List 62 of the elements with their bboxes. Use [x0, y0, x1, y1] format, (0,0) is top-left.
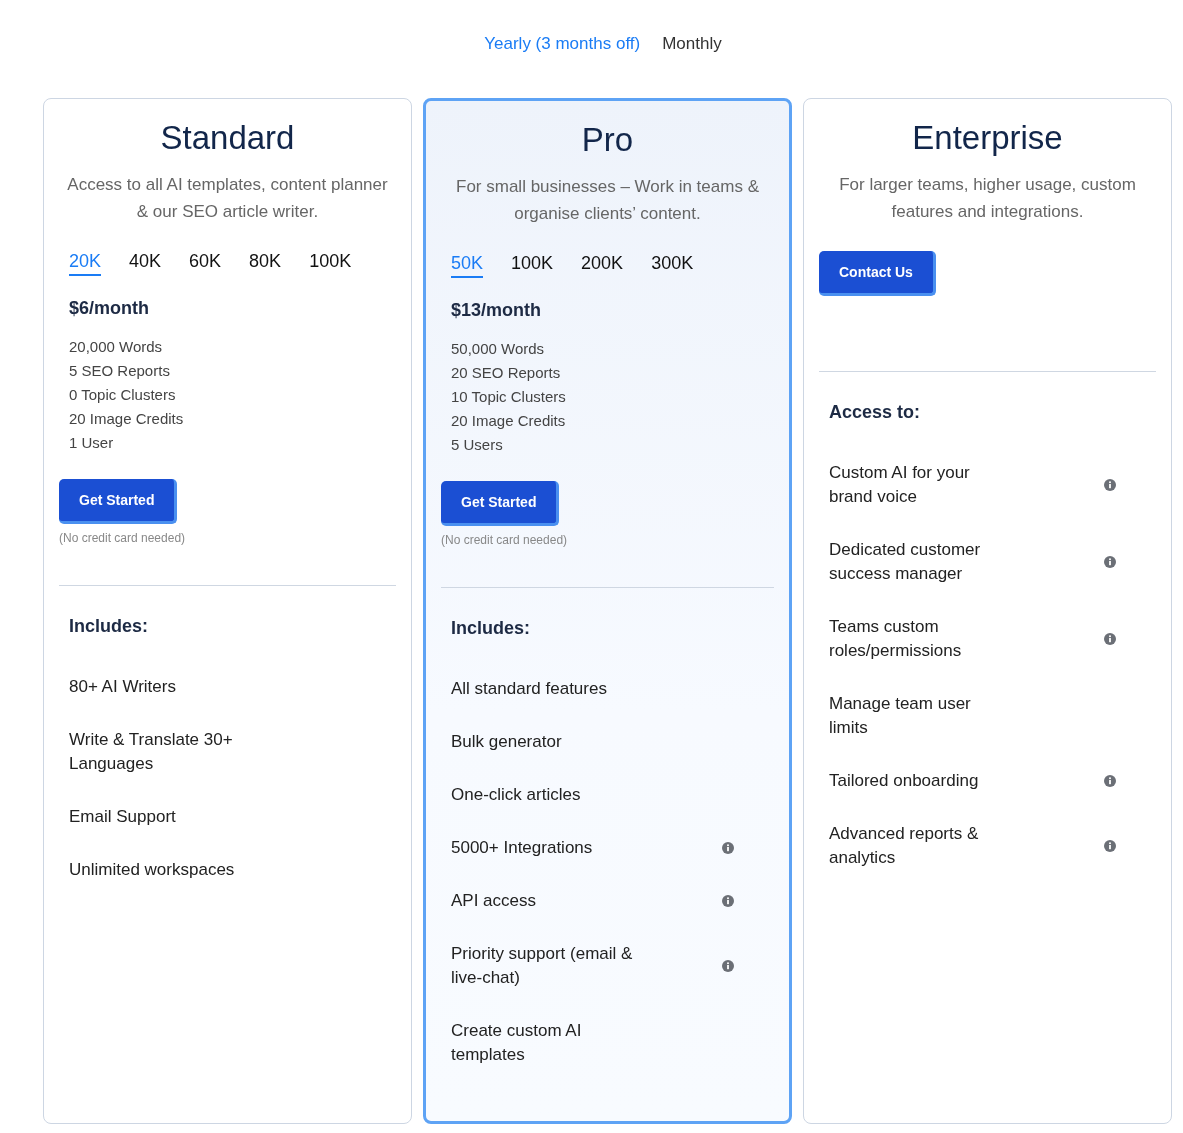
plan-button[interactable]: Get Started [59, 479, 178, 524]
info-icon[interactable] [1104, 840, 1116, 852]
word-tier-tab[interactable]: 100K [511, 253, 554, 278]
word-tier-tab[interactable]: 200K [581, 253, 624, 278]
plan-button[interactable]: Contact Us [819, 251, 936, 296]
plan-description: Access to all AI templates, content planner & our SEO article writer. [66, 174, 389, 223]
feature-text: Advanced reports & analytics [829, 823, 980, 869]
feature-text: Unlimited workspaces [69, 859, 235, 881]
feature-text: One-click articles [451, 784, 581, 806]
feature-text: Tailored onboarding [829, 770, 979, 792]
feature-text: Bulk generator [451, 731, 562, 753]
plan-title: Pro [580, 121, 635, 159]
feature-text: Priority support (email & live-chat) [451, 943, 634, 989]
info-icon[interactable] [1104, 556, 1116, 568]
plan-description: For small businesses – Work in teams & organise clients’ content. [455, 176, 760, 225]
plan-title: Enterprise [911, 119, 1064, 157]
feature-text: Create custom AI templates [451, 1020, 583, 1066]
quota-line: 20,000 Words [69, 337, 164, 357]
section-heading: Access to: [828, 402, 922, 423]
word-tier-tab[interactable]: 300K [651, 253, 694, 278]
feature-text: Manage team user limits [829, 693, 972, 739]
quota-line: 5 Users [451, 435, 504, 455]
feature-text: 5000+ Integrations [451, 837, 593, 859]
info-icon[interactable] [1104, 479, 1116, 491]
word-tier-tab[interactable]: 20K [69, 251, 102, 276]
quota-line: 1 User [69, 433, 115, 453]
plan-title: Standard [159, 119, 296, 157]
quota-line: 10 Topic Clusters [451, 387, 567, 407]
word-tier-tab[interactable]: 80K [249, 251, 282, 276]
quota-line: 50,000 Words [451, 339, 546, 359]
feature-text: Dedicated customer success manager [829, 539, 982, 585]
word-tier-tab[interactable]: 60K [189, 251, 222, 276]
quota-line: 5 SEO Reports [69, 361, 171, 381]
word-tier-tab[interactable]: 40K [129, 251, 162, 276]
feature-text: All standard features [451, 678, 607, 700]
feature-text: Email Support [69, 806, 176, 828]
feature-text: API access [451, 890, 537, 912]
plan-price: $6/month [68, 298, 150, 319]
plan-description: For larger teams, higher usage, custom features and integrations. [838, 174, 1137, 223]
info-icon[interactable] [722, 895, 734, 907]
feature-text: Write & Translate 30+ Languages [69, 729, 234, 775]
plan-note: (No credit card needed) [441, 533, 569, 547]
feature-text: 80+ AI Writers [69, 676, 176, 698]
quota-line: 20 SEO Reports [451, 363, 562, 383]
quota-line: 0 Topic Clusters [69, 385, 177, 405]
info-icon[interactable] [722, 842, 734, 854]
info-icon[interactable] [1104, 775, 1116, 787]
feature-text: Teams custom roles/permissions [829, 616, 963, 662]
plan-button[interactable]: Get Started [441, 481, 560, 526]
plan-price: $13/month [450, 300, 543, 321]
word-tier-tab[interactable]: 50K [451, 253, 484, 278]
word-tier-tab[interactable]: 100K [309, 251, 352, 276]
quota-line: 20 Image Credits [69, 409, 185, 429]
info-icon[interactable] [722, 960, 734, 972]
billing-option[interactable]: Monthly [662, 30, 722, 58]
section-heading: Includes: [450, 618, 531, 639]
plan-note: (No credit card needed) [59, 531, 187, 545]
section-heading: Includes: [68, 616, 149, 637]
billing-option[interactable]: Yearly (3 months off) [484, 30, 641, 58]
feature-text: Custom AI for your brand voice [829, 462, 971, 508]
info-icon[interactable] [1104, 633, 1116, 645]
quota-line: 20 Image Credits [451, 411, 567, 431]
